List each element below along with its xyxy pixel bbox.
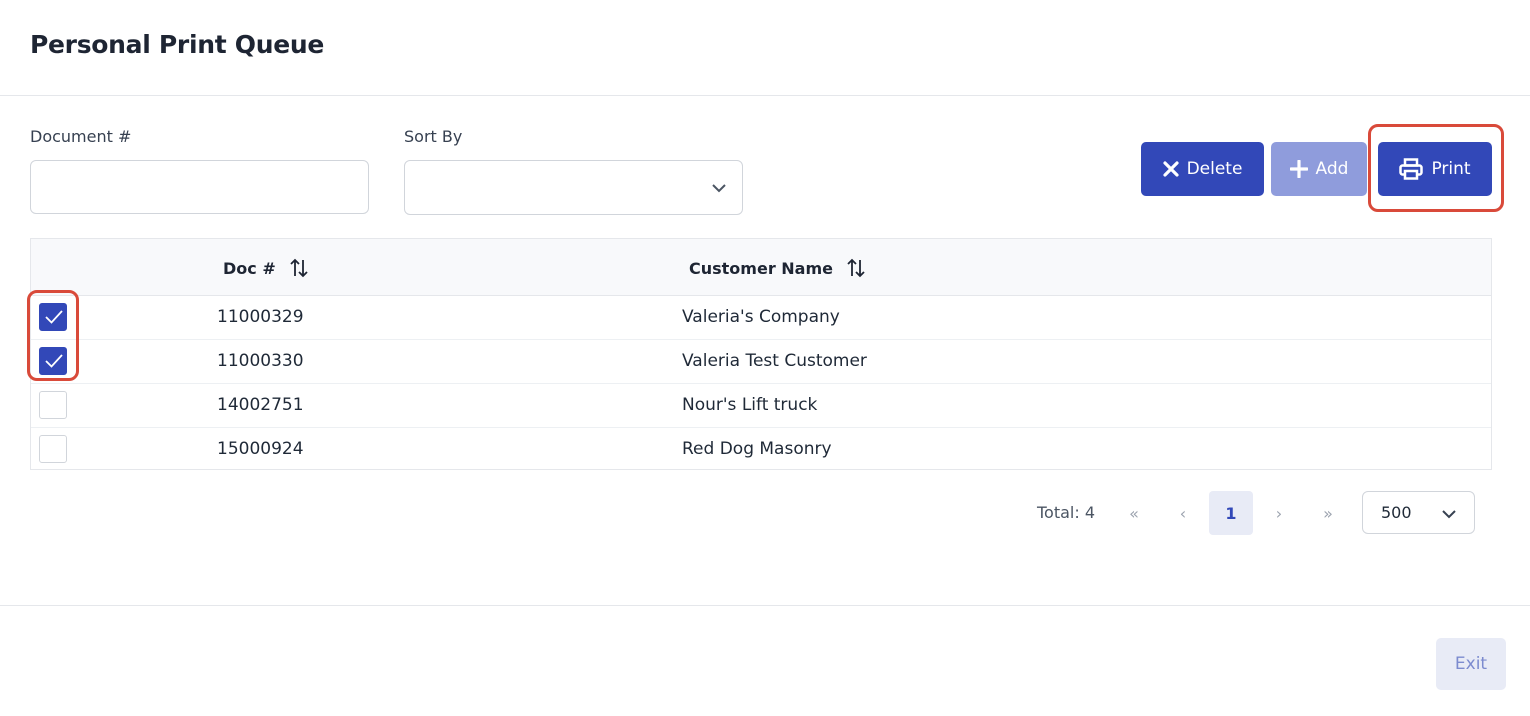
first-page-button[interactable]: «: [1112, 491, 1156, 535]
sort-icon: [847, 258, 865, 278]
doc-number-cell: 11000330: [217, 351, 304, 371]
document-number-label: Document #: [30, 127, 132, 146]
table-row[interactable]: 14002751 Nour's Lift truck: [31, 384, 1491, 428]
table-row[interactable]: 11000330 Valeria Test Customer: [31, 340, 1491, 384]
page-size-value: 500: [1381, 503, 1412, 522]
add-button-label: Add: [1315, 159, 1349, 179]
table-row[interactable]: 15000924 Red Dog Masonry: [31, 428, 1491, 472]
row-checkbox[interactable]: [39, 391, 67, 419]
doc-number-cell: 14002751: [217, 395, 304, 415]
pagination: Total: 4 « ‹ 1 › » 500: [0, 491, 1530, 535]
exit-button[interactable]: Exit: [1436, 638, 1506, 690]
doc-number-cell: 15000924: [217, 439, 304, 459]
sort-by-select[interactable]: [404, 160, 743, 215]
next-page-button[interactable]: ›: [1257, 491, 1301, 535]
delete-button[interactable]: Delete: [1141, 142, 1264, 196]
page-size-select[interactable]: 500: [1362, 491, 1475, 534]
close-icon: [1162, 161, 1179, 177]
page-header: Personal Print Queue: [0, 0, 1530, 96]
plus-icon: [1289, 160, 1308, 178]
customer-name-cell: Valeria Test Customer: [682, 351, 867, 371]
column-header-doc[interactable]: Doc #: [223, 257, 310, 279]
sort-by-label: Sort By: [404, 127, 463, 146]
total-count: Total: 4: [1037, 503, 1096, 522]
previous-page-button[interactable]: ‹: [1161, 491, 1205, 535]
document-number-input[interactable]: [30, 160, 369, 214]
delete-button-label: Delete: [1186, 159, 1243, 179]
table-row[interactable]: 11000329 Valeria's Company: [31, 296, 1491, 340]
column-header-customer-label: Customer Name: [689, 258, 833, 278]
doc-number-cell: 11000329: [217, 307, 304, 327]
table-header: Doc # Customer Name: [31, 239, 1491, 296]
selected-rows-highlight: [27, 290, 79, 381]
row-checkbox[interactable]: [39, 435, 67, 463]
footer-divider: [0, 605, 1530, 606]
sort-icon: [290, 258, 308, 278]
print-queue-table: Doc # Customer Name 11000329 Valeria's C…: [30, 238, 1492, 470]
current-page-button[interactable]: 1: [1209, 491, 1253, 535]
customer-name-cell: Valeria's Company: [682, 307, 840, 327]
chevron-down-icon: [1442, 510, 1456, 519]
customer-name-cell: Nour's Lift truck: [682, 395, 818, 415]
last-page-button[interactable]: »: [1306, 491, 1350, 535]
page-title: Personal Print Queue: [30, 30, 325, 59]
chevron-down-icon: [712, 184, 726, 193]
print-button-highlight: [1368, 124, 1504, 212]
column-header-customer[interactable]: Customer Name: [689, 257, 867, 279]
column-header-doc-label: Doc #: [223, 258, 276, 278]
add-button[interactable]: Add: [1271, 142, 1367, 196]
customer-name-cell: Red Dog Masonry: [682, 439, 832, 459]
